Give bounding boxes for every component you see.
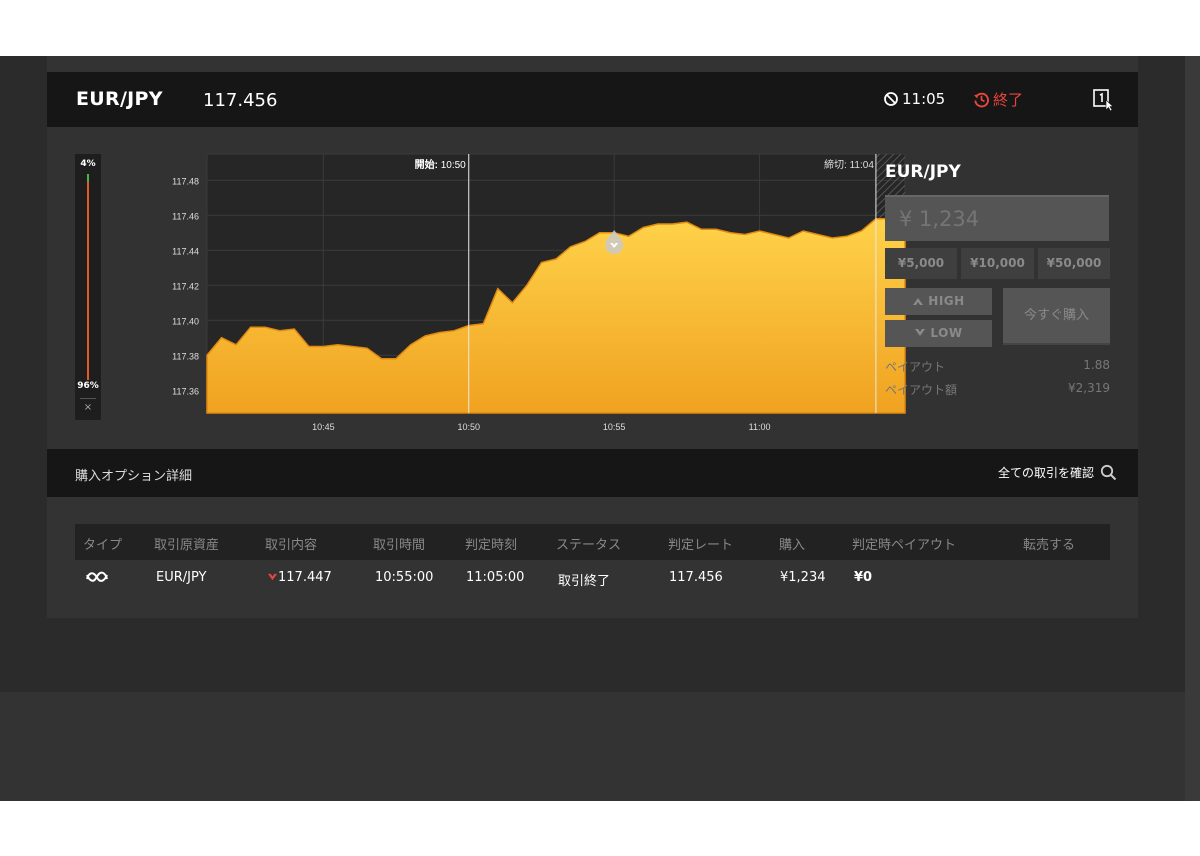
start-label: 開始: 10:50: [415, 158, 467, 171]
search-icon: [1100, 464, 1117, 481]
highlow-type-icon: [86, 571, 108, 582]
pair-title: EUR/JPY: [76, 88, 163, 110]
start-label-time: 10:50: [441, 160, 466, 171]
chart-section: 4% 96% × 117.48 117.46 117.44 117.42 117.40 1…: [47, 127, 1138, 449]
price-chart[interactable]: 117.48 117.46 117.44 117.42 117.40 117.38 117.…: [107, 127, 907, 449]
right-scroll-strip[interactable]: [1185, 56, 1200, 801]
payout-amount-label: ペイアウト額: [885, 383, 958, 397]
low-ratio: 96%: [77, 381, 99, 391]
row-asset: EUR/JPY: [156, 570, 207, 585]
col-resale: 転売する: [1023, 538, 1076, 553]
quick-amount-50000[interactable]: ¥50,000: [1038, 248, 1110, 279]
low-arrow-icon: [915, 329, 926, 336]
x-tick-label: 10:55: [603, 422, 626, 432]
high-low-ratio-bar: 4% 96% ×: [75, 154, 101, 420]
details-title: 購入オプション詳細: [75, 469, 193, 484]
low-ratio-fill: [87, 182, 89, 380]
purchase-details-bar: 購入オプション詳細 全ての取引を確認: [47, 449, 1138, 497]
y-tick-label: 117.42: [172, 281, 199, 291]
order-pair: EUR/JPY: [885, 162, 961, 182]
close-label-text: 締切:: [824, 158, 850, 171]
amount-input[interactable]: [885, 195, 1109, 241]
close-label: 締切: 11:04: [824, 158, 874, 171]
payout-value: 1.88: [1083, 358, 1110, 372]
quick-amount-5000[interactable]: ¥5,000: [885, 248, 957, 279]
table-header: タイプ 取引原資産 取引内容 取引時間 判定時刻 ステータス 判定レート 購入 …: [75, 524, 1110, 560]
row-judge-rate: 117.456: [669, 570, 723, 585]
expiry-time-label: 11:05: [902, 90, 946, 108]
row-payout: ¥0: [854, 570, 873, 585]
row-content: 117.447: [267, 570, 332, 585]
buy-now-button[interactable]: 今すぐ購入: [1003, 288, 1110, 345]
payout-row: ペイアウト 1.88: [885, 358, 1110, 375]
y-tick-label: 117.46: [172, 211, 199, 221]
confirm-all-label: 全ての取引を確認: [998, 466, 1095, 480]
outer-top-bar: [47, 56, 1138, 72]
low-button-label: LOW: [930, 326, 963, 340]
col-asset: 取引原資産: [154, 538, 220, 553]
confirm-all-trades-link[interactable]: 全ての取引を確認: [998, 464, 1117, 481]
history-icon: [974, 92, 990, 108]
col-content: 取引内容: [265, 538, 318, 553]
col-judge-time: 判定時刻: [465, 538, 518, 553]
status-indicator: 終了: [973, 89, 1023, 110]
quick-amount-10000[interactable]: ¥10,000: [961, 248, 1034, 279]
status-label: 終了: [993, 91, 1024, 109]
col-trade-time: 取引時間: [373, 538, 426, 553]
row-content-rate: 117.447: [278, 570, 332, 585]
y-tick-label: 117.38: [172, 351, 199, 361]
y-tick-label: 117.48: [172, 176, 199, 186]
col-purchase: 購入: [779, 538, 806, 553]
high-ratio: 4%: [80, 159, 96, 169]
high-button[interactable]: HIGH: [885, 288, 992, 315]
payout-amount-value: ¥2,319: [1068, 381, 1110, 395]
row-judge-time: 11:05:00: [466, 570, 525, 585]
row-trade-time: 10:55:00: [375, 570, 434, 585]
col-type: タイプ: [83, 538, 123, 553]
col-status: ステータス: [556, 538, 622, 553]
x-tick-label: 11:00: [749, 422, 771, 432]
x-tick-label: 10:45: [312, 422, 335, 432]
high-ratio-fill: [87, 174, 89, 182]
col-judge-rate: 判定レート: [668, 538, 734, 553]
stopwatch-icon: [884, 92, 898, 106]
table-row[interactable]: EUR/JPY 117.447 10:55:00 11:05:00 取引終了 1…: [75, 560, 1110, 596]
current-rate: 117.456: [203, 90, 278, 111]
lower-area: [0, 692, 1185, 801]
window-icon[interactable]: [1093, 89, 1115, 111]
high-button-label: HIGH: [928, 294, 965, 308]
y-tick-label: 117.44: [172, 246, 199, 256]
high-arrow-icon: [913, 298, 924, 305]
start-label-text: 開始:: [415, 158, 441, 171]
y-tick-label: 117.40: [172, 316, 199, 326]
ratio-close-button[interactable]: ×: [75, 402, 101, 413]
trades-table: タイプ 取引原資産 取引内容 取引時間 判定時刻 ステータス 判定レート 購入 …: [75, 524, 1110, 596]
low-button[interactable]: LOW: [885, 320, 992, 347]
row-status: 取引終了: [558, 574, 611, 589]
expiry-time: 11:05: [883, 90, 945, 108]
x-tick-label: 10:50: [457, 422, 480, 432]
payout-amount-row: ペイアウト額 ¥2,319: [885, 381, 1110, 398]
trade-panel: EUR/JPY 117.456 11:05 終了 4% 96% × 117.48…: [47, 72, 1138, 618]
y-tick-label: 117.36: [172, 386, 199, 396]
payout-label: ペイアウト: [885, 360, 946, 374]
ratio-divider: [80, 398, 96, 399]
row-purchase: ¥1,234: [780, 570, 826, 585]
low-arrow-icon: [268, 573, 277, 581]
trade-header: EUR/JPY 117.456 11:05 終了: [47, 72, 1138, 127]
close-label-time: 11:04: [850, 160, 875, 171]
order-panel: EUR/JPY ¥5,000 ¥10,000 ¥50,000 HIGH LOW …: [885, 162, 1111, 397]
col-payout: 判定時ペイアウト: [852, 538, 957, 553]
